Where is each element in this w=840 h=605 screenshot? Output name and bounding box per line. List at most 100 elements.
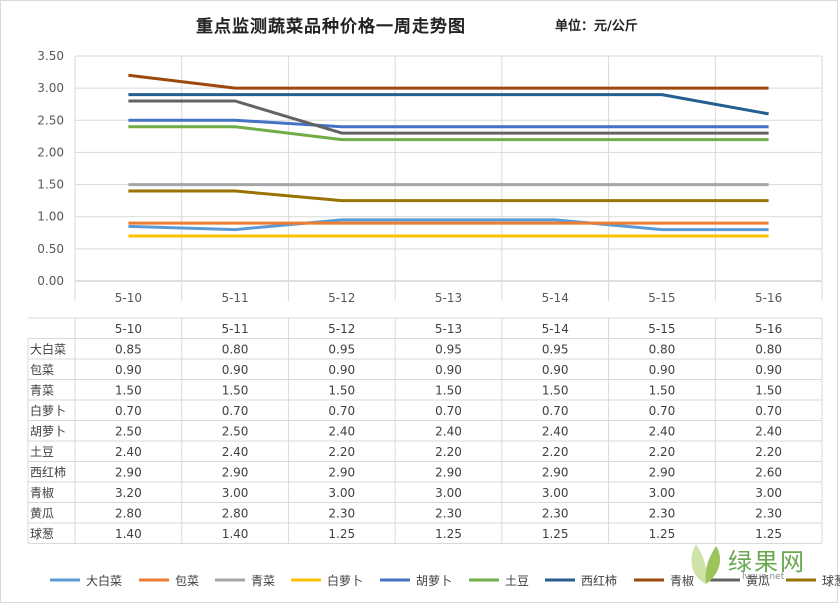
table-value-cell: 0.80	[222, 343, 249, 357]
table-value-cell: 1.40	[222, 527, 249, 541]
watermark: 绿果网 lvguo.net	[686, 540, 836, 590]
table-value-cell: 2.40	[328, 425, 355, 439]
table-value-cell: 2.90	[649, 466, 676, 480]
table-value-cell: 1.50	[115, 384, 142, 398]
table-value-cell: 2.90	[115, 466, 142, 480]
series-line	[128, 93, 769, 116]
table-value-cell: 2.80	[115, 507, 142, 521]
table-value-cell: 3.20	[115, 486, 142, 500]
series-line	[128, 73, 769, 90]
table-value-cell: 0.95	[328, 343, 355, 357]
table-value-cell: 2.50	[115, 425, 142, 439]
table-value-cell: 0.70	[755, 404, 782, 418]
series-line	[128, 99, 769, 135]
table-value-cell: 0.70	[328, 404, 355, 418]
table-value-cell: 0.90	[222, 363, 249, 377]
table-header-cell: 5-14	[542, 322, 569, 336]
table-value-cell: 0.90	[542, 363, 569, 377]
table-value-cell: 2.20	[542, 445, 569, 459]
table-value-cell: 3.00	[328, 486, 355, 500]
table-value-cell: 2.60	[755, 466, 782, 480]
legend-label: 青菜	[251, 574, 275, 588]
table-value-cell: 3.00	[755, 486, 782, 500]
table-value-cell: 0.90	[115, 363, 142, 377]
table-value-cell: 2.40	[542, 425, 569, 439]
y-tick-label: 0.50	[37, 242, 64, 256]
watermark-url: lvguo.net	[742, 572, 785, 582]
table-value-cell: 0.70	[435, 404, 462, 418]
legend-label: 西红柿	[581, 573, 617, 588]
table-value-cell: 3.00	[222, 486, 249, 500]
table-value-cell: 1.25	[542, 527, 569, 541]
y-tick-label: 1.00	[37, 210, 64, 224]
legend-label: 大白菜	[86, 573, 122, 588]
y-tick-label: 2.50	[37, 113, 64, 127]
table-value-cell: 0.90	[435, 363, 462, 377]
table-value-cell: 0.80	[755, 343, 782, 357]
table-value-cell: 1.50	[649, 384, 676, 398]
table-value-cell: 0.70	[222, 404, 249, 418]
table-value-cell: 1.50	[328, 384, 355, 398]
table-value-cell: 1.25	[755, 527, 782, 541]
table-value-cell: 2.20	[755, 445, 782, 459]
table-value-cell: 1.50	[435, 384, 462, 398]
x-tick-label: 5-11	[221, 291, 248, 305]
x-tick-label: 5-16	[755, 291, 782, 305]
legend-label: 包菜	[175, 574, 199, 588]
y-tick-label: 3.00	[37, 81, 64, 95]
table-value-cell: 2.80	[222, 507, 249, 521]
table-value-cell: 1.50	[755, 384, 782, 398]
table-series-label: 土豆	[30, 445, 54, 459]
legend-label: 土豆	[505, 574, 529, 588]
table-value-cell: 2.30	[435, 507, 462, 521]
table-series-label: 包菜	[30, 363, 54, 377]
table-series-label: 青椒	[30, 486, 54, 500]
table-header-cell: 5-12	[328, 322, 355, 336]
table-header-cell: 5-11	[221, 322, 248, 336]
table-value-cell: 2.30	[755, 507, 782, 521]
table-series-label: 青菜	[30, 384, 54, 398]
table-value-cell: 0.70	[649, 404, 676, 418]
table-value-cell: 2.40	[755, 425, 782, 439]
table-value-cell: 0.90	[328, 363, 355, 377]
table-value-cell: 2.40	[115, 445, 142, 459]
table-value-cell: 2.40	[222, 445, 249, 459]
table-value-cell: 2.90	[328, 466, 355, 480]
table-value-cell: 1.25	[435, 527, 462, 541]
table-value-cell: 0.95	[542, 343, 569, 357]
legend-label: 白萝卜	[327, 573, 363, 588]
table-series-label: 白萝卜	[30, 403, 66, 418]
table-value-cell: 1.40	[115, 527, 142, 541]
table-value-cell: 2.90	[435, 466, 462, 480]
table-header-cell: 5-10	[115, 322, 142, 336]
x-tick-label: 5-10	[115, 291, 142, 305]
table-value-cell: 3.00	[649, 486, 676, 500]
table-header-cell: 5-13	[435, 322, 462, 336]
table-header-cell: 5-15	[648, 322, 675, 336]
leaf-logo-icon	[691, 544, 721, 584]
legend-label: 胡萝卜	[416, 574, 452, 588]
table-value-cell: 2.40	[435, 425, 462, 439]
table-value-cell: 2.90	[542, 466, 569, 480]
table-value-cell: 2.90	[222, 466, 249, 480]
table-value-cell: 0.85	[115, 343, 142, 357]
x-tick-label: 5-14	[542, 291, 569, 305]
table-value-cell: 2.30	[328, 507, 355, 521]
table-value-cell: 1.50	[542, 384, 569, 398]
table-series-label: 大白菜	[30, 342, 66, 357]
table-value-cell: 2.30	[649, 507, 676, 521]
table-value-cell: 3.00	[542, 486, 569, 500]
table-value-cell: 2.20	[435, 445, 462, 459]
table-value-cell: 0.70	[115, 404, 142, 418]
y-tick-label: 1.50	[37, 178, 64, 192]
table-value-cell: 0.80	[649, 343, 676, 357]
table-value-cell: 1.50	[222, 384, 249, 398]
table-header-cell: 5-16	[755, 322, 782, 336]
table-value-cell: 2.50	[222, 425, 249, 439]
table-value-cell: 2.30	[542, 507, 569, 521]
y-tick-label: 3.50	[37, 49, 64, 63]
x-tick-label: 5-15	[648, 291, 675, 305]
table-series-label: 球葱	[30, 527, 54, 541]
table-value-cell: 0.90	[649, 363, 676, 377]
table-value-cell: 2.20	[649, 445, 676, 459]
